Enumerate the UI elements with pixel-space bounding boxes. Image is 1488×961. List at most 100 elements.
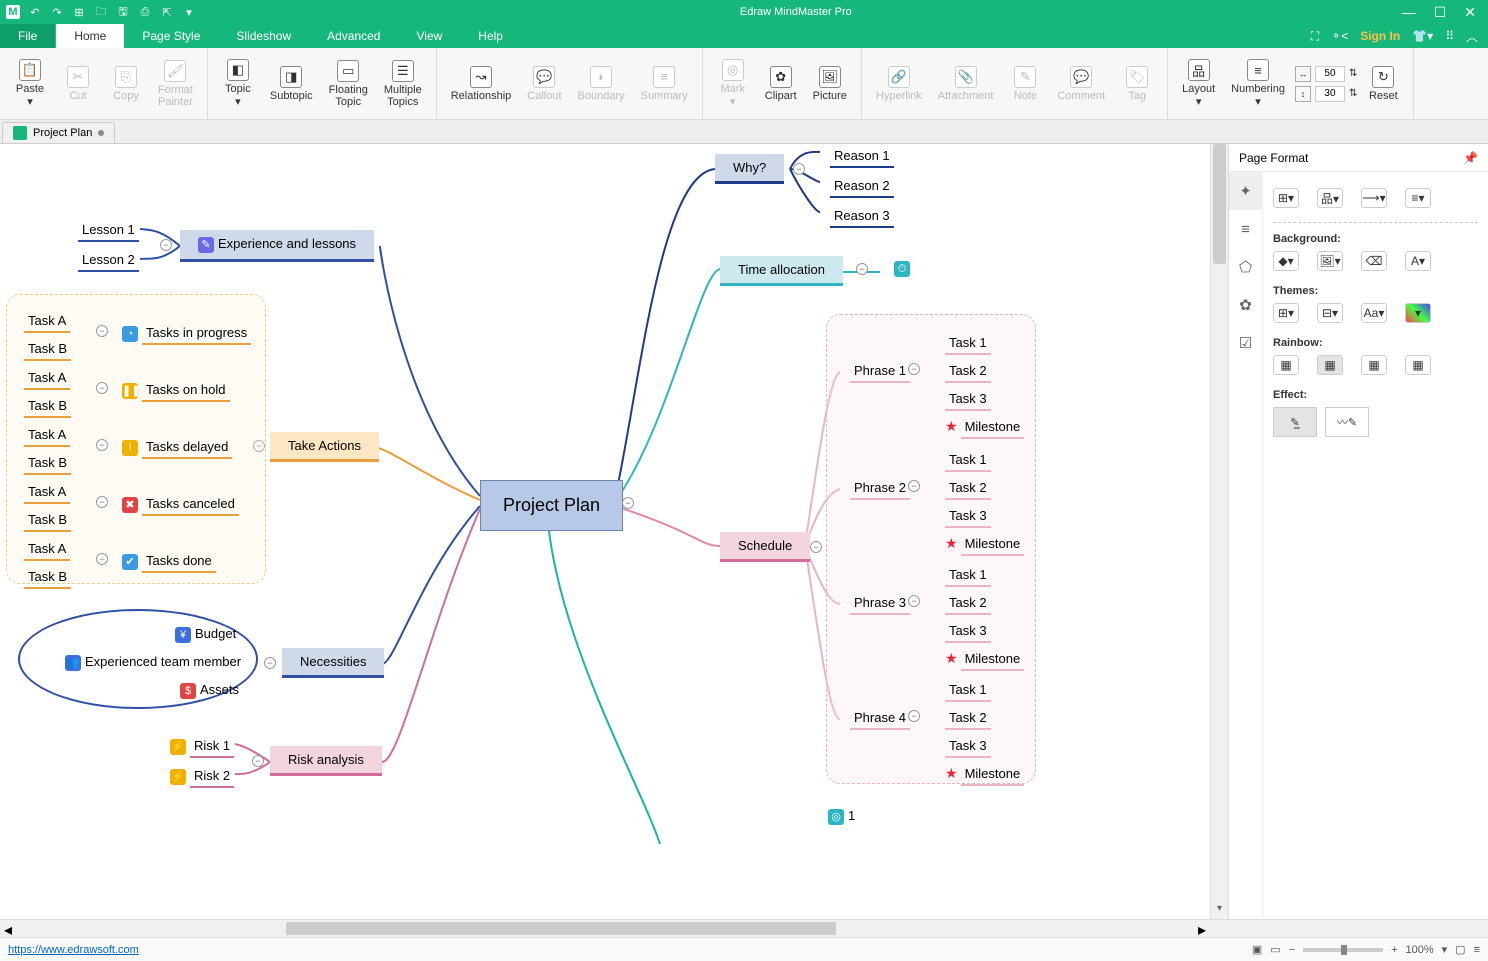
layout-opt[interactable]: ⟶▾ (1361, 188, 1387, 208)
clipart-button[interactable]: ✿Clipart (759, 64, 803, 104)
node-task[interactable]: Task 2 (935, 589, 1001, 619)
node-risk-item[interactable]: ⚡Risk 1 (160, 732, 244, 762)
vspace-input[interactable] (1315, 86, 1345, 102)
export-icon[interactable]: ⇱ (160, 5, 174, 19)
clock-icon[interactable]: ⏱ (884, 256, 924, 281)
theme-opt[interactable]: ⊞▾ (1273, 303, 1299, 323)
node-why[interactable]: Why? (715, 154, 784, 184)
share-icon[interactable]: ⚬< (1331, 29, 1348, 43)
bg-remove[interactable]: ⌫ (1361, 251, 1387, 271)
multiple-topics-button[interactable]: ☰Multiple Topics (378, 58, 428, 110)
bg-image[interactable]: 🖼▾ (1317, 251, 1343, 271)
comment-button[interactable]: 💬Comment (1051, 64, 1111, 104)
collapse-toggle[interactable]: − (810, 541, 822, 553)
node-assets[interactable]: $Assets (170, 678, 249, 703)
effect-straight[interactable]: ✎̲ (1273, 407, 1317, 437)
node-task[interactable]: Task 1 (935, 329, 1001, 359)
new-icon[interactable]: ⊞ (72, 5, 86, 19)
node-subtask[interactable]: Task B (14, 449, 81, 479)
node-subtask[interactable]: Task B (14, 563, 81, 593)
sign-in-button[interactable]: Sign In (1360, 29, 1400, 43)
node-budget[interactable]: ¥Budget (165, 622, 246, 647)
canvas[interactable]: Project Plan − Why? − Reason 1 Reason 2 … (0, 144, 1210, 919)
collapse-toggle[interactable]: − (856, 263, 868, 275)
node-task[interactable]: Task 2 (935, 474, 1001, 504)
reset-button[interactable]: ↻Reset (1361, 64, 1405, 104)
open-icon[interactable]: 🗀 (94, 5, 108, 19)
collapse-toggle[interactable]: − (908, 710, 920, 722)
node-reason[interactable]: Reason 1 (830, 146, 894, 168)
node-subtask[interactable]: Task B (14, 506, 81, 536)
rainbow-opt[interactable]: ▦ (1361, 355, 1387, 375)
fullscreen-icon[interactable]: ⛶ (1311, 29, 1319, 44)
collapse-toggle[interactable]: − (252, 755, 264, 767)
rainbow-opt[interactable]: ▦ (1273, 355, 1299, 375)
side-tab-outline[interactable]: ≡ (1229, 210, 1262, 248)
node-lesson[interactable]: Lesson 2 (78, 250, 139, 272)
redo-icon[interactable]: ↷ (50, 5, 64, 19)
node-milestone[interactable]: ★Milestone (935, 760, 1034, 790)
layout-button[interactable]: 品Layout▾ (1176, 57, 1221, 110)
node-team[interactable]: 👥Experienced team member (55, 650, 251, 675)
format-painter-button[interactable]: 🖌Format Painter (152, 58, 199, 110)
layout-opt[interactable]: ⊞▾ (1273, 188, 1299, 208)
collapse-toggle[interactable]: − (96, 439, 108, 451)
node-reason[interactable]: Reason 2 (830, 176, 894, 198)
collapse-toggle[interactable]: − (160, 239, 172, 251)
undo-icon[interactable]: ↶ (28, 5, 42, 19)
fit-width-icon[interactable]: ▭ (1270, 943, 1280, 956)
zoom-in-icon[interactable]: + (1391, 944, 1397, 956)
node-subtask[interactable]: Task A (14, 421, 80, 451)
node-center[interactable]: Project Plan (480, 480, 623, 531)
node-subtask[interactable]: Task A (14, 364, 80, 394)
cut-button[interactable]: ✂Cut (56, 64, 100, 104)
vspace-stepper[interactable]: ⇅ (1349, 88, 1357, 99)
save-icon[interactable]: 🖫 (116, 5, 130, 19)
node-risk-item[interactable]: ⚡Risk 2 (160, 762, 244, 792)
node-task[interactable]: Task 1 (935, 446, 1001, 476)
menu-help[interactable]: Help (460, 24, 521, 48)
topic-button[interactable]: ◧Topic▾ (216, 57, 260, 110)
relationship-button[interactable]: ↝Relationship (445, 64, 518, 104)
zoom-slider[interactable] (1303, 948, 1383, 952)
apps-icon[interactable]: ⠿ (1445, 29, 1454, 43)
node-subtask[interactable]: Task A (14, 307, 80, 337)
collapse-toggle[interactable]: − (908, 480, 920, 492)
node-action[interactable]: ✖Tasks canceled (112, 490, 249, 520)
status-link[interactable]: https://www.edrawsoft.com (8, 944, 139, 956)
qat-more-icon[interactable]: ▾ (182, 5, 196, 19)
node-milestone[interactable]: ★Milestone (935, 645, 1034, 675)
side-tab-clipart[interactable]: ✿ (1229, 286, 1262, 324)
node-lesson[interactable]: Lesson 1 (78, 220, 139, 242)
fit-page-icon[interactable]: ▣ (1252, 943, 1262, 956)
collapse-toggle[interactable]: − (96, 325, 108, 337)
maximize-icon[interactable]: ☐ (1434, 4, 1447, 21)
menu-home[interactable]: Home (56, 24, 124, 48)
numbering-button[interactable]: ≡Numbering▾ (1225, 57, 1291, 110)
print-icon[interactable]: ⎙ (138, 5, 152, 19)
node-action[interactable]: ❚❚Tasks on hold (112, 376, 240, 406)
node-reason[interactable]: Reason 3 (830, 206, 894, 228)
node-task[interactable]: Task 3 (935, 502, 1001, 532)
side-tab-format[interactable]: ✦ (1229, 172, 1262, 210)
floating-topic-button[interactable]: ▭Floating Topic (323, 58, 374, 110)
menu-view[interactable]: View (398, 24, 460, 48)
node-task[interactable]: Task 1 (935, 676, 1001, 706)
minimize-icon[interactable]: — (1402, 4, 1416, 21)
zoom-value[interactable]: 100% (1406, 944, 1434, 956)
boundary-button[interactable]: ◗Boundary (572, 64, 631, 104)
hspace-stepper[interactable]: ⇅ (1349, 68, 1357, 79)
node-action[interactable]: !Tasks delayed (112, 433, 242, 463)
avatar-icon[interactable]: 👕▾ (1412, 29, 1433, 43)
layout-opt[interactable]: 品▾ (1317, 188, 1343, 208)
copy-button[interactable]: ⎘Copy (104, 64, 148, 104)
node-risk[interactable]: Risk analysis (270, 746, 382, 776)
hyperlink-button[interactable]: 🔗Hyperlink (870, 64, 928, 104)
doc-tab[interactable]: Project Plan (2, 122, 115, 143)
summary-button[interactable]: ≡Summary (635, 64, 694, 104)
rainbow-opt[interactable]: ▦ (1317, 355, 1343, 375)
scroll-thumb[interactable] (286, 922, 836, 935)
node-milestone[interactable]: ★Milestone (935, 413, 1034, 443)
collapse-toggle[interactable]: − (908, 595, 920, 607)
node-task[interactable]: Task 2 (935, 357, 1001, 387)
